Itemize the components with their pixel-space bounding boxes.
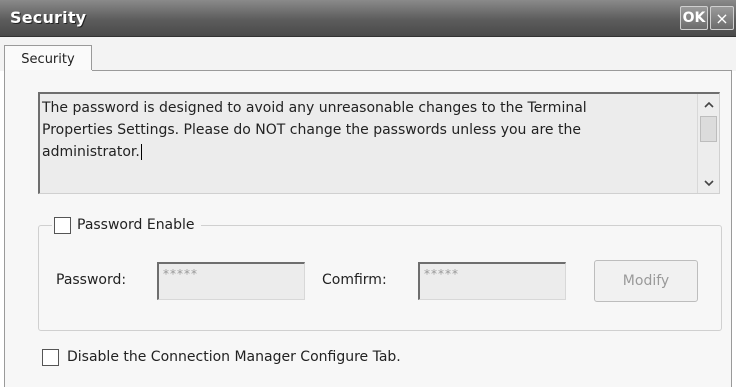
scrollbar-thumb[interactable] [700, 116, 717, 142]
chevron-down-icon[interactable] [700, 174, 717, 191]
password-enable-row[interactable]: Password Enable [52, 214, 201, 236]
password-enable-label: Password Enable [77, 217, 195, 233]
password-field[interactable]: ***** [157, 262, 305, 300]
password-notice-textarea[interactable]: The password is designed to avoid any un… [38, 92, 720, 194]
connection-manager-row[interactable]: Disable the Connection Manager Configure… [42, 346, 401, 368]
notice-line-1: The password is designed to avoid any un… [42, 100, 587, 116]
notice-text: The password is designed to avoid any un… [42, 97, 692, 163]
close-icon: × [715, 8, 729, 28]
modify-button[interactable]: Modify [594, 260, 698, 302]
ok-button[interactable]: OK [680, 6, 708, 30]
vertical-scrollbar[interactable] [697, 94, 719, 193]
notice-line-3: administrator. [42, 144, 140, 160]
password-enable-checkbox[interactable] [54, 216, 71, 234]
title-bar: Security OK × [0, 0, 736, 37]
password-label: Password: [56, 272, 127, 288]
disable-connection-manager-label: Disable the Connection Manager Configure… [67, 349, 401, 365]
text-caret [140, 144, 142, 160]
tab-strip: Security [0, 37, 736, 72]
tab-divider [92, 70, 732, 71]
close-button[interactable]: × [710, 6, 734, 30]
chevron-up-icon[interactable] [700, 96, 717, 113]
confirm-field[interactable]: ***** [418, 262, 566, 300]
notice-line-2: Properties Settings. Please do NOT chang… [42, 122, 581, 138]
disable-connection-manager-checkbox[interactable] [42, 348, 59, 366]
confirm-label: Comfirm: [322, 272, 387, 288]
tab-security[interactable]: Security [4, 45, 92, 72]
window-title: Security [10, 8, 87, 27]
